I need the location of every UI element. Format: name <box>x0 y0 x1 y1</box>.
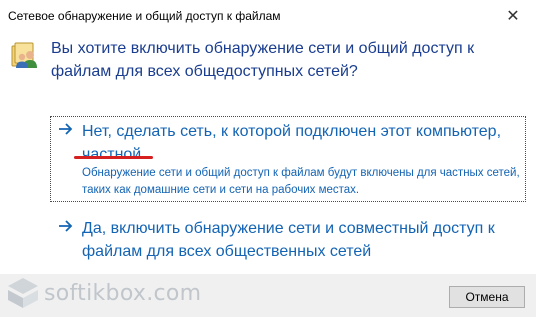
option-description: Обнаружение сети и общий доступ к файлам… <box>82 167 520 196</box>
softikbox-logo-icon <box>8 278 38 308</box>
prompt-question: Вы хотите включить обнаружение сети и об… <box>51 40 475 80</box>
arrow-right-icon <box>59 123 73 135</box>
watermark-text: softikbox.com <box>44 280 202 306</box>
option-title: Да, включить обнаружение сети и совместн… <box>82 220 495 260</box>
close-button[interactable]: ✕ <box>490 0 536 31</box>
option-title: Нет, сделать сеть, к которой подключен э… <box>82 123 502 163</box>
close-icon: ✕ <box>506 7 520 25</box>
watermark: softikbox.com <box>6 274 201 312</box>
red-underline-annotation <box>74 156 153 159</box>
option-make-private[interactable]: Нет, сделать сеть, к которой подключен э… <box>50 116 526 202</box>
arrow-right-icon <box>59 220 73 232</box>
window-title: Сетевое обнаружение и общий доступ к фай… <box>8 9 281 23</box>
option-enable-public[interactable]: Да, включить обнаружение сети и совместн… <box>50 213 526 260</box>
cancel-button[interactable]: Отмена <box>449 286 525 308</box>
network-users-icon <box>11 42 37 68</box>
title-bar: Сетевое обнаружение и общий доступ к фай… <box>0 0 536 31</box>
